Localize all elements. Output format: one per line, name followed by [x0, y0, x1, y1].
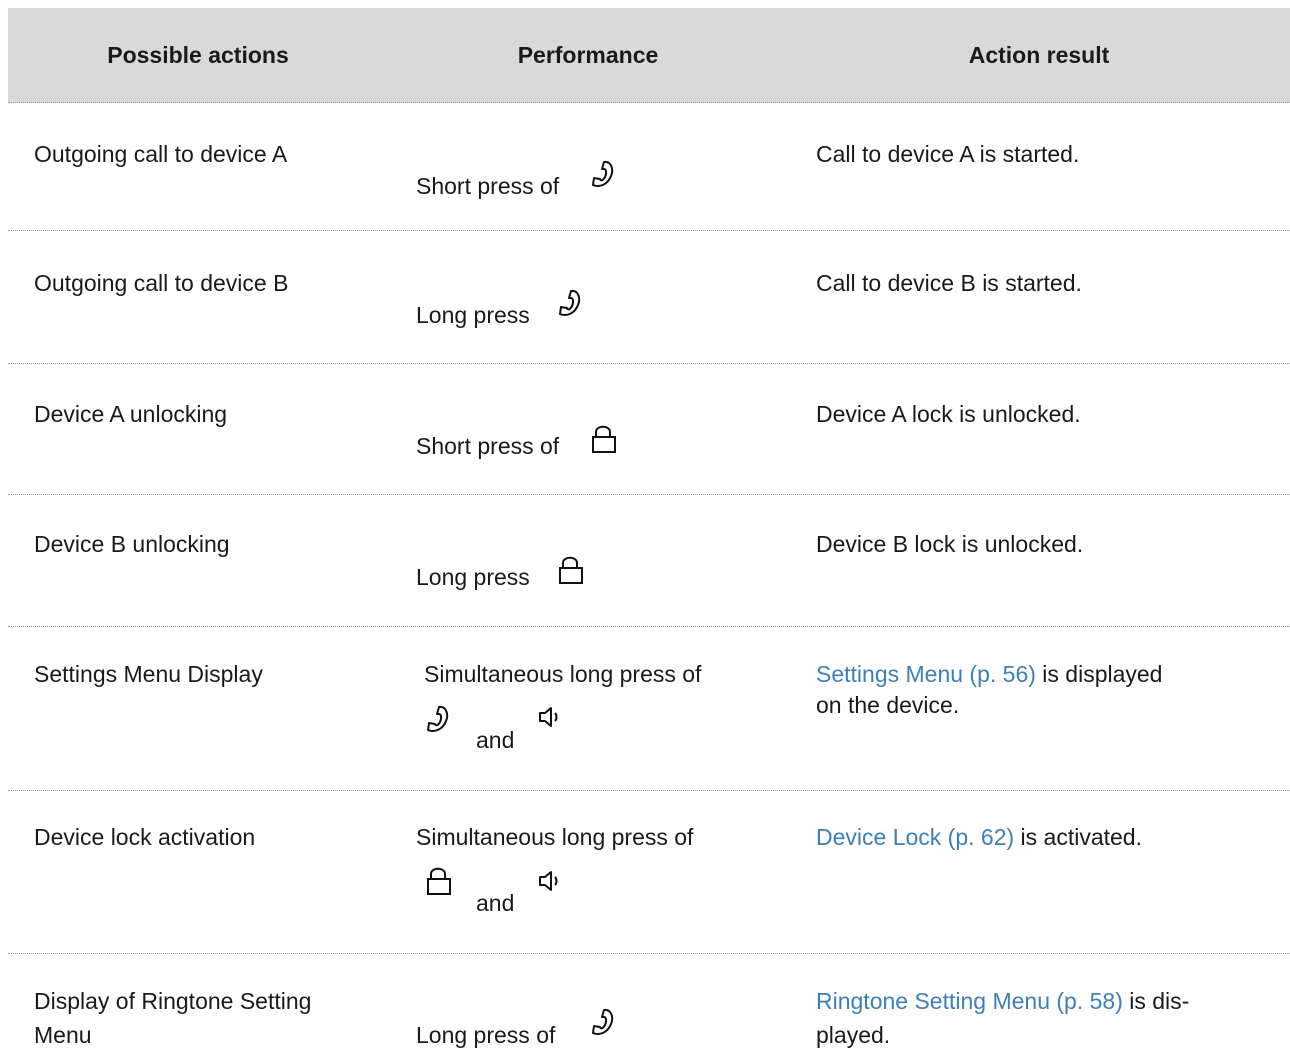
- lock-open-icon: [592, 424, 616, 454]
- result-text: is dis-: [1122, 988, 1190, 1014]
- action-cell: Outgoing call to device A: [34, 141, 288, 167]
- phone-handset-icon: [425, 705, 453, 737]
- performance-text: Short press of: [416, 433, 560, 459]
- performance-text: Short press of: [416, 173, 560, 199]
- table-row: [8, 791, 1290, 954]
- ringtone-setting-menu-link[interactable]: Ringtone Setting Menu (p. 58): [816, 988, 1123, 1014]
- action-cell: Device B unlocking: [34, 531, 230, 557]
- performance-text: Long press of: [416, 1022, 556, 1048]
- and-label: and: [476, 727, 515, 753]
- performance-text: Simultaneous long press of: [424, 661, 702, 687]
- result-cell: Call to device B is started.: [816, 270, 1082, 296]
- header-possible-actions: Possible actions: [107, 42, 289, 68]
- and-label: and: [476, 890, 515, 916]
- performance-text: Simultaneous long press of: [416, 824, 694, 850]
- result-cell: Device A lock is unlocked.: [816, 401, 1081, 427]
- action-cell: Outgoing call to device B: [34, 270, 289, 296]
- action-cell: Device lock activation: [34, 824, 256, 850]
- result-cell: Device Lock (p. 62) is activated.: [816, 820, 1142, 854]
- result-cell: Call to device A is started.: [816, 141, 1080, 167]
- action-cell-line2: Menu: [34, 1022, 92, 1048]
- action-cell: Display of Ringtone Setting: [34, 988, 312, 1014]
- lock-open-icon: [559, 555, 583, 585]
- result-text: is displayed: [1035, 661, 1163, 687]
- table-row: [8, 627, 1290, 791]
- result-text: is activated.: [1014, 824, 1142, 850]
- table-row: [8, 495, 1290, 627]
- device-lock-link[interactable]: Device Lock (p. 62): [816, 824, 1014, 850]
- result-cell: Settings Menu (p. 56) is displayed: [816, 657, 1162, 691]
- result-cell: Ringtone Setting Menu (p. 58) is dis-: [816, 984, 1189, 1018]
- phone-handset-icon: [557, 289, 585, 321]
- performance-text: Long press: [416, 302, 530, 328]
- result-cell: Device B lock is unlocked.: [816, 531, 1084, 557]
- speaker-icon: [539, 870, 561, 892]
- settings-menu-link[interactable]: Settings Menu (p. 56): [816, 661, 1036, 687]
- phone-handset-icon: [590, 1008, 618, 1040]
- performance-text: Long press: [416, 564, 530, 590]
- action-cell: Device A unlocking: [34, 401, 228, 427]
- table-header: Possible actions Performance Action resu…: [8, 8, 1290, 103]
- speaker-icon: [539, 706, 561, 728]
- header-action-result: Action result: [968, 42, 1110, 68]
- result-cell-line2: played.: [816, 1022, 891, 1048]
- action-cell: Settings Menu Display: [34, 661, 263, 687]
- phone-handset-icon: [590, 160, 618, 192]
- header-performance: Performance: [517, 42, 659, 68]
- lock-open-icon: [427, 866, 451, 896]
- result-cell-line2: on the device.: [816, 692, 960, 718]
